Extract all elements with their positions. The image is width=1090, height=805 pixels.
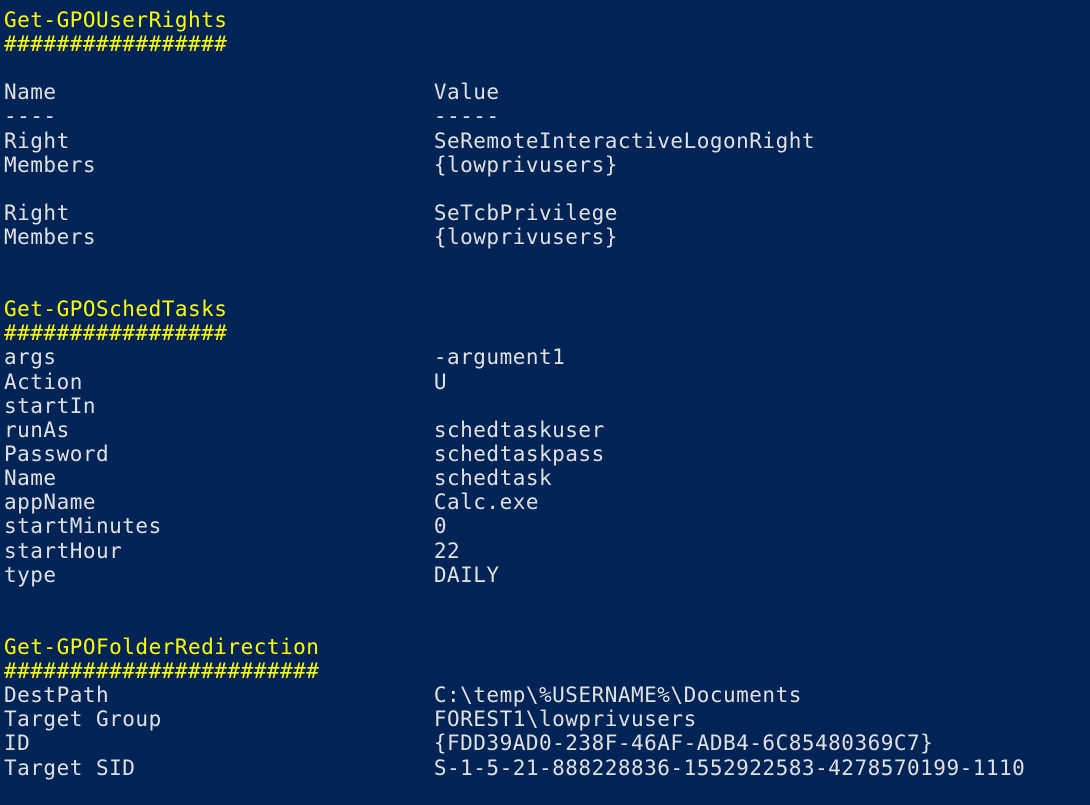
row-name: Action xyxy=(4,370,434,394)
row-name: runAs xyxy=(4,418,434,442)
row-value: C:\temp\%USERNAME%\Documents xyxy=(434,683,802,707)
table-row: Action U xyxy=(4,370,1086,394)
row-name: Password xyxy=(4,442,434,466)
section-title-folderredirection: Get-GPOFolderRedirection xyxy=(4,635,1086,659)
row-value: {lowprivusers} xyxy=(434,153,618,177)
row-name: DestPath xyxy=(4,683,434,707)
row-name: startIn xyxy=(4,394,434,418)
row-value: schedtaskuser xyxy=(434,418,605,442)
row-name: startHour xyxy=(4,539,434,563)
row-value: 22 xyxy=(434,539,460,563)
row-value: FOREST1\lowprivusers xyxy=(434,707,697,731)
row-value: {FDD39AD0-238F-46AF-ADB4-6C85480369C7} xyxy=(434,731,933,755)
row-name: Members xyxy=(4,225,434,249)
section-hashes-userrights: ################# xyxy=(4,32,1086,56)
table-row: Name schedtask xyxy=(4,466,1086,490)
divider-name: ---- xyxy=(4,104,434,128)
row-name: Members xyxy=(4,153,434,177)
table-row: DestPath C:\temp\%USERNAME%\Documents xyxy=(4,683,1086,707)
table-row: Password schedtaskpass xyxy=(4,442,1086,466)
table-divider: ---- ----- xyxy=(4,104,1086,128)
row-name: Target SID xyxy=(4,756,434,780)
row-value: U xyxy=(434,370,447,394)
header-value: Value xyxy=(434,80,500,104)
row-value: schedtaskpass xyxy=(434,442,605,466)
table-row: Members {lowprivusers} xyxy=(4,225,1086,249)
table-row: Right SeRemoteInteractiveLogonRight xyxy=(4,129,1086,153)
row-value: schedtask xyxy=(434,466,552,490)
row-value: {lowprivusers} xyxy=(434,225,618,249)
row-value: SeTcbPrivilege xyxy=(434,201,618,225)
table-row: runAs schedtaskuser xyxy=(4,418,1086,442)
row-name: type xyxy=(4,563,434,587)
section-title-schedtasks: Get-GPOSchedTasks xyxy=(4,297,1086,321)
table-row: Members {lowprivusers} xyxy=(4,153,1086,177)
table-row: startMinutes 0 xyxy=(4,514,1086,538)
table-row: startIn xyxy=(4,394,1086,418)
row-value: 0 xyxy=(434,514,447,538)
header-name: Name xyxy=(4,80,434,104)
divider-value: ----- xyxy=(434,104,500,128)
row-name: startMinutes xyxy=(4,514,434,538)
section-hashes-folderredirection: ######################## xyxy=(4,659,1086,683)
table-row: args -argument1 xyxy=(4,345,1086,369)
row-value: Calc.exe xyxy=(434,490,539,514)
table-row: Right SeTcbPrivilege xyxy=(4,201,1086,225)
section-title-userrights: Get-GPOUserRights xyxy=(4,8,1086,32)
row-name: Right xyxy=(4,129,434,153)
row-value: -argument1 xyxy=(434,345,565,369)
table-row: startHour 22 xyxy=(4,539,1086,563)
section-hashes-schedtasks: ################# xyxy=(4,321,1086,345)
row-name: Target Group xyxy=(4,707,434,731)
row-name: args xyxy=(4,345,434,369)
row-name: Name xyxy=(4,466,434,490)
row-value: SeRemoteInteractiveLogonRight xyxy=(434,129,815,153)
table-header: Name Value xyxy=(4,80,1086,104)
row-value: S-1-5-21-888228836-1552922583-4278570199… xyxy=(434,756,1025,780)
row-name: ID xyxy=(4,731,434,755)
row-name: appName xyxy=(4,490,434,514)
row-value: DAILY xyxy=(434,563,500,587)
table-row: ID {FDD39AD0-238F-46AF-ADB4-6C85480369C7… xyxy=(4,731,1086,755)
row-name: Right xyxy=(4,201,434,225)
table-row: type DAILY xyxy=(4,563,1086,587)
table-row: Target SID S-1-5-21-888228836-1552922583… xyxy=(4,756,1086,780)
table-row: appName Calc.exe xyxy=(4,490,1086,514)
table-row: Target Group FOREST1\lowprivusers xyxy=(4,707,1086,731)
